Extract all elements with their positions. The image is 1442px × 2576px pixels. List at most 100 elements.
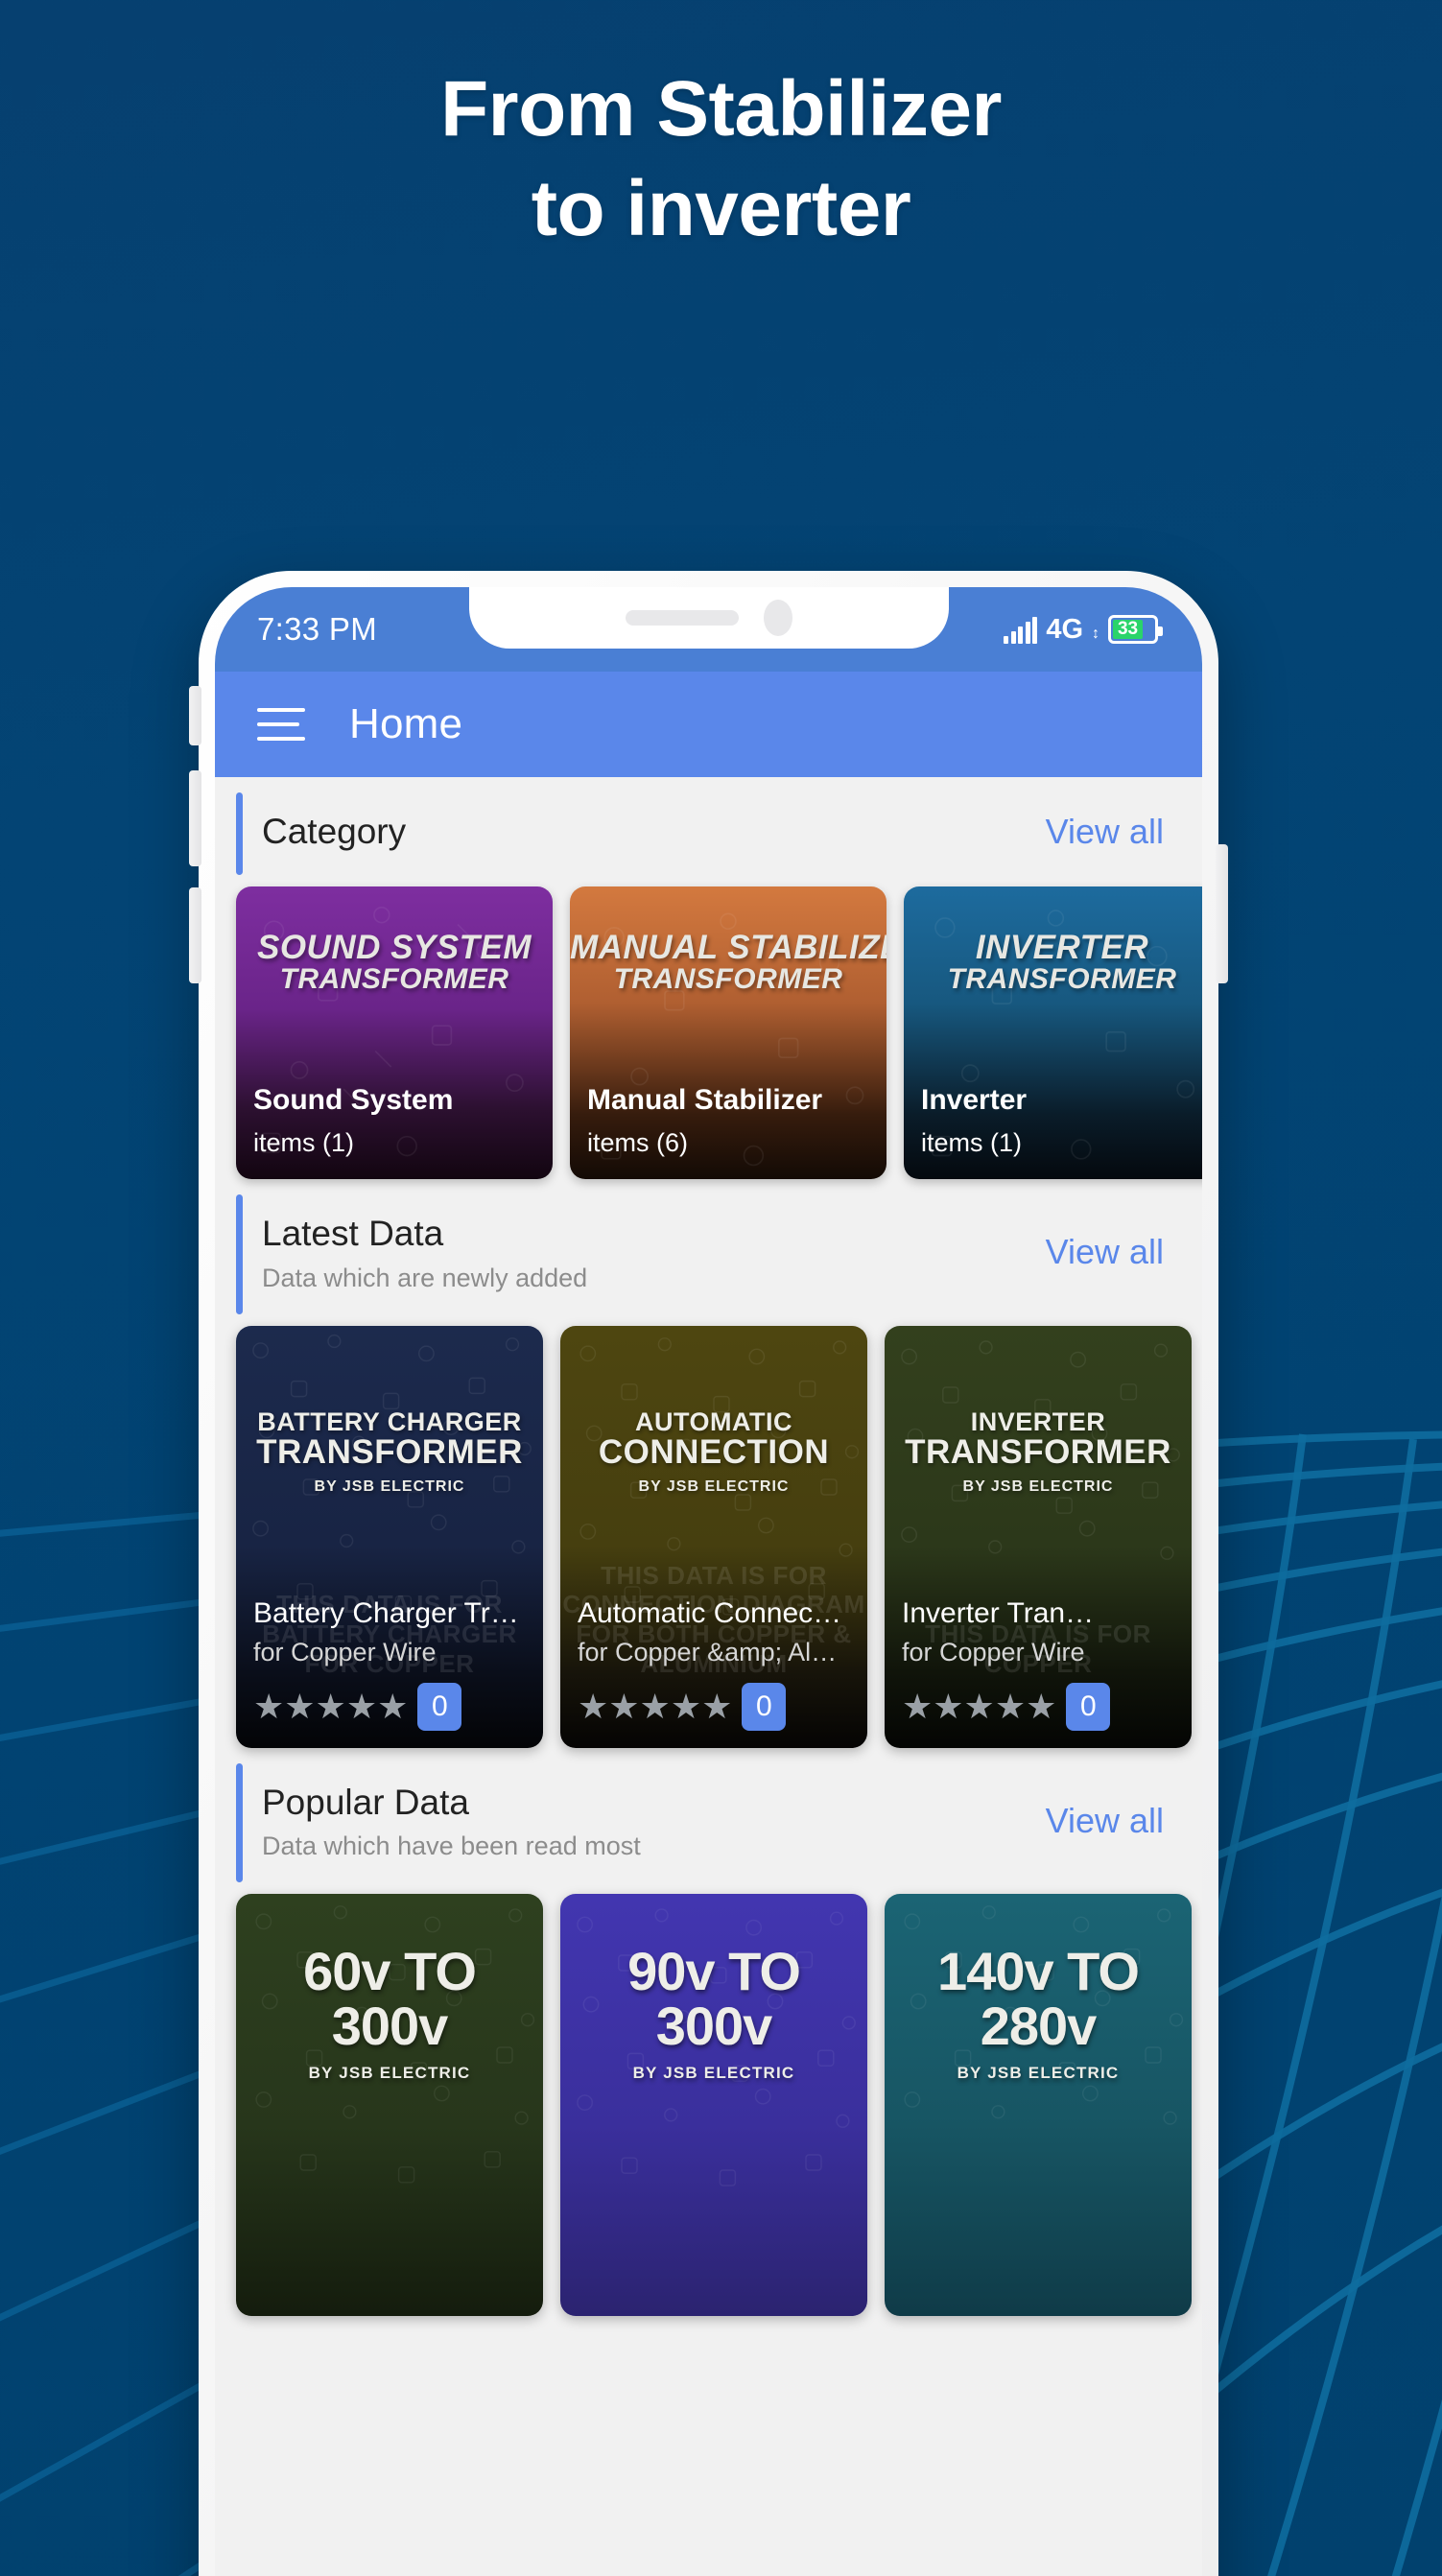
data-card-banner: INVERTER TRANSFORMER BY JSB ELECTRIC bbox=[885, 1406, 1192, 1496]
data-card-title: Inverter Tran… bbox=[902, 1596, 1095, 1629]
data-card-rating: ★★★★★ 0 bbox=[902, 1682, 1174, 1731]
phone-power-button[interactable] bbox=[1216, 844, 1228, 983]
category-banner-line-1: SOUND SYSTEM bbox=[256, 929, 532, 967]
page-title: From Stabilizer to inverter bbox=[0, 59, 1442, 259]
popular-banner-line-2: 280v bbox=[980, 1995, 1098, 2056]
data-banner-line-2: TRANSFORMER bbox=[905, 1432, 1171, 1471]
data-banner-byline: BY JSB ELECTRIC bbox=[638, 1477, 790, 1495]
section-header-popular-data: Popular Data Data which have been read m… bbox=[236, 1748, 1164, 1894]
home-content: Category View all SOUND SYSTEM TRANSFORM… bbox=[215, 777, 1202, 2576]
network-type-label: 4G bbox=[1046, 614, 1083, 645]
view-all-category-link[interactable]: View all bbox=[1046, 812, 1164, 852]
popular-card[interactable]: 140v TO 280v BY JSB ELECTRIC bbox=[885, 1893, 1192, 2316]
status-bar: 7:33 PM 4G ↕ 33 bbox=[215, 587, 1202, 672]
data-card-subtitle: for Copper Wire bbox=[902, 1637, 1085, 1666]
data-card-banner: AUTOMATIC CONNECTION BY JSB ELECTRIC bbox=[560, 1406, 867, 1496]
category-card[interactable]: SOUND SYSTEM TRANSFORMER Sound System it… bbox=[236, 886, 553, 1180]
popular-banner-line-2: 300v bbox=[655, 1995, 773, 2056]
popular-data-card-list[interactable]: 60v TO 300v BY JSB ELECTRIC 90v TO 300v … bbox=[215, 1893, 1202, 2316]
category-banner-line-2: TRANSFORMER bbox=[947, 962, 1177, 995]
star-rating-icon: ★★★★★ bbox=[578, 1686, 733, 1726]
popular-banner-line-1: 140v TO bbox=[937, 1940, 1140, 2001]
earpiece-speaker-icon bbox=[625, 610, 739, 626]
category-card-items: items (6) bbox=[587, 1128, 689, 1158]
rating-count-badge: 0 bbox=[1066, 1682, 1111, 1731]
data-banner-byline: BY JSB ELECTRIC bbox=[314, 1477, 465, 1495]
data-card-title: Battery Charger Tr… bbox=[253, 1596, 519, 1629]
app-bar-title: Home bbox=[349, 700, 463, 747]
data-banner-line-1: INVERTER bbox=[970, 1406, 1106, 1436]
category-card-banner: SOUND SYSTEM TRANSFORMER bbox=[236, 931, 553, 994]
battery-icon: 33 bbox=[1108, 615, 1163, 644]
status-indicators: 4G ↕ 33 bbox=[1004, 614, 1163, 645]
popular-banner-byline: BY JSB ELECTRIC bbox=[632, 2063, 795, 2082]
popular-card-banner: 140v TO 280v BY JSB ELECTRIC bbox=[885, 1944, 1192, 2082]
headline-line-1: From Stabilizer bbox=[440, 65, 1002, 153]
data-card[interactable]: BATTERY CHARGER TRANSFORMER BY JSB ELECT… bbox=[236, 1325, 543, 1748]
category-card-list[interactable]: SOUND SYSTEM TRANSFORMER Sound System it… bbox=[215, 886, 1202, 1180]
popular-banner-byline: BY JSB ELECTRIC bbox=[957, 2063, 1120, 2082]
status-clock: 7:33 PM bbox=[257, 611, 377, 647]
app-bar: Home bbox=[215, 672, 1202, 777]
popular-banner-byline: BY JSB ELECTRIC bbox=[308, 2063, 471, 2082]
view-all-popular-data-link[interactable]: View all bbox=[1046, 1801, 1164, 1841]
section-header-category: Category View all bbox=[236, 777, 1164, 886]
section-title-popular-data: Popular Data bbox=[262, 1782, 469, 1822]
category-card-name: Manual Stabilizer bbox=[587, 1084, 823, 1117]
section-title-latest-data: Latest Data bbox=[262, 1214, 444, 1254]
category-banner-line-2: TRANSFORMER bbox=[613, 962, 843, 995]
data-banner-line-2: TRANSFORMER bbox=[256, 1432, 523, 1471]
category-card-items: items (1) bbox=[253, 1128, 355, 1158]
popular-banner-line-1: 60v TO bbox=[303, 1940, 477, 2001]
data-card[interactable]: AUTOMATIC CONNECTION BY JSB ELECTRIC THI… bbox=[560, 1325, 867, 1748]
section-subtitle-popular-data: Data which have been read most bbox=[262, 1831, 641, 1860]
data-banner-line-1: BATTERY CHARGER bbox=[257, 1406, 522, 1436]
data-banner-byline: BY JSB ELECTRIC bbox=[962, 1477, 1114, 1495]
category-banner-line-2: TRANSFORMER bbox=[279, 962, 509, 995]
star-rating-icon: ★★★★★ bbox=[902, 1686, 1057, 1726]
popular-banner-line-1: 90v TO bbox=[627, 1940, 801, 2001]
category-card-banner: INVERTER TRANSFORMER bbox=[904, 931, 1202, 994]
popular-card-banner: 90v TO 300v BY JSB ELECTRIC bbox=[560, 1944, 867, 2082]
headline-line-2: to inverter bbox=[531, 165, 911, 253]
category-card-name: Sound System bbox=[253, 1084, 454, 1117]
popular-card-banner: 60v TO 300v BY JSB ELECTRIC bbox=[236, 1944, 543, 2082]
battery-level-label: 33 bbox=[1113, 619, 1144, 639]
rating-count-badge: 0 bbox=[417, 1682, 462, 1731]
popular-card[interactable]: 90v TO 300v BY JSB ELECTRIC bbox=[560, 1893, 867, 2316]
category-card[interactable]: INVERTER TRANSFORMER Inverter items (1) bbox=[904, 886, 1202, 1180]
phone-mute-button[interactable] bbox=[189, 686, 201, 745]
category-card-items: items (1) bbox=[921, 1128, 1023, 1158]
data-card-title: Automatic Connec… bbox=[578, 1596, 842, 1629]
star-rating-icon: ★★★★★ bbox=[253, 1686, 409, 1726]
latest-data-card-list[interactable]: BATTERY CHARGER TRANSFORMER BY JSB ELECT… bbox=[215, 1325, 1202, 1748]
phone-screen: 7:33 PM 4G ↕ 33 Home Category View all S… bbox=[215, 587, 1202, 2576]
category-card-banner: MANUAL STABILIZER TRANSFORMER bbox=[570, 931, 886, 994]
phone-volume-up-button[interactable] bbox=[189, 770, 201, 866]
data-card-subtitle: for Copper Wire bbox=[253, 1637, 437, 1666]
popular-banner-line-2: 300v bbox=[331, 1995, 449, 2056]
data-card-subtitle: for Copper &amp; Alu… bbox=[578, 1637, 850, 1666]
category-card[interactable]: MANUAL STABILIZER TRANSFORMER Manual Sta… bbox=[570, 886, 886, 1180]
data-banner-line-1: AUTOMATIC bbox=[635, 1406, 792, 1436]
section-title-category: Category bbox=[262, 812, 407, 851]
rating-count-badge: 0 bbox=[742, 1682, 787, 1731]
popular-card[interactable]: 60v TO 300v BY JSB ELECTRIC bbox=[236, 1893, 543, 2316]
category-banner-line-1: MANUAL STABILIZER bbox=[570, 929, 886, 967]
section-header-latest-data: Latest Data Data which are newly added V… bbox=[236, 1179, 1164, 1325]
data-banner-line-2: CONNECTION bbox=[598, 1432, 830, 1471]
front-camera-icon bbox=[763, 600, 792, 636]
data-card[interactable]: INVERTER TRANSFORMER BY JSB ELECTRIC THI… bbox=[885, 1325, 1192, 1748]
category-card-name: Inverter bbox=[921, 1084, 1028, 1117]
view-all-latest-data-link[interactable]: View all bbox=[1046, 1232, 1164, 1272]
category-banner-line-1: INVERTER bbox=[975, 929, 1149, 967]
section-subtitle-latest-data: Data which are newly added bbox=[262, 1263, 588, 1292]
hamburger-menu-icon[interactable] bbox=[257, 708, 305, 741]
signal-bars-icon bbox=[1004, 617, 1038, 644]
phone-mockup: 7:33 PM 4G ↕ 33 Home Category View all S… bbox=[189, 571, 1228, 2576]
data-card-banner: BATTERY CHARGER TRANSFORMER BY JSB ELECT… bbox=[236, 1406, 543, 1496]
data-card-rating: ★★★★★ 0 bbox=[253, 1682, 526, 1731]
phone-notch bbox=[468, 587, 949, 649]
phone-volume-down-button[interactable] bbox=[189, 887, 201, 983]
data-card-rating: ★★★★★ 0 bbox=[578, 1682, 850, 1731]
